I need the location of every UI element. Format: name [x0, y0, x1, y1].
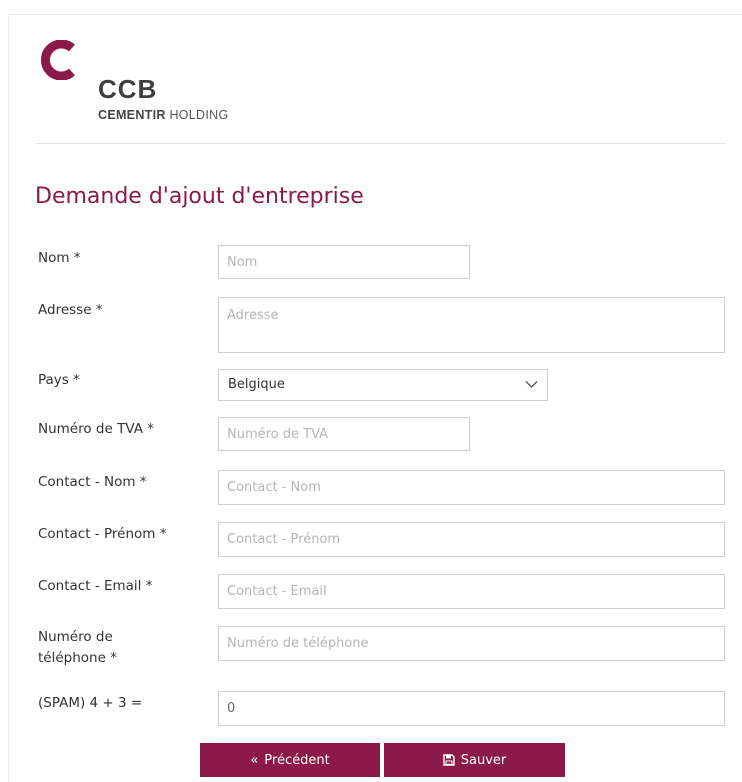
contact-nom-label: Contact - Nom * [38, 474, 147, 490]
tva-label: Numéro de TVA * [38, 421, 154, 437]
save-button-label: Sauver [460, 752, 507, 768]
page-title: Demande d'ajout d'entreprise [35, 184, 364, 209]
telephone-label-line1: Numéro de [38, 629, 113, 645]
contact-nom-input[interactable] [218, 470, 725, 505]
telephone-label: Numéro de téléphone * [38, 627, 117, 669]
tva-input[interactable] [218, 417, 470, 451]
header-divider [36, 143, 726, 144]
save-icon [443, 754, 455, 766]
contact-prenom-input[interactable] [218, 522, 725, 557]
previous-button[interactable]: « Précédent [200, 743, 380, 777]
spam-input[interactable] [218, 691, 725, 726]
telephone-label-line2: téléphone * [38, 650, 117, 666]
pays-select[interactable]: Belgique [218, 369, 548, 401]
chevron-down-icon [525, 381, 538, 388]
telephone-input[interactable] [218, 626, 725, 661]
logo-subtitle-bold: CEMENTIR [98, 108, 166, 122]
contact-prenom-label: Contact - Prénom * [38, 526, 167, 542]
nom-input[interactable] [218, 245, 470, 279]
page: CCB CEMENTIR HOLDING Demande d'ajout d'e… [0, 0, 742, 782]
pays-label: Pays * [38, 372, 80, 388]
double-chevron-left-icon: « [250, 752, 259, 768]
logo-subtitle-rest: HOLDING [165, 108, 229, 122]
ccb-logo: CCB CEMENTIR HOLDING [36, 36, 276, 126]
contact-email-input[interactable] [218, 574, 725, 609]
logo-subtitle: CEMENTIR HOLDING [98, 108, 229, 122]
previous-button-label: Précédent [264, 752, 330, 768]
nom-label: Nom * [38, 250, 81, 266]
save-button[interactable]: Sauver [384, 743, 565, 777]
logo-brand: CCB [98, 74, 158, 104]
adresse-textarea[interactable] [218, 297, 725, 353]
pays-select-value: Belgique [228, 377, 285, 392]
ccb-c-logo-icon [40, 40, 75, 80]
contact-email-label: Contact - Email * [38, 578, 153, 594]
adresse-label: Adresse * [38, 302, 103, 318]
spam-label: (SPAM) 4 + 3 = [38, 695, 143, 711]
